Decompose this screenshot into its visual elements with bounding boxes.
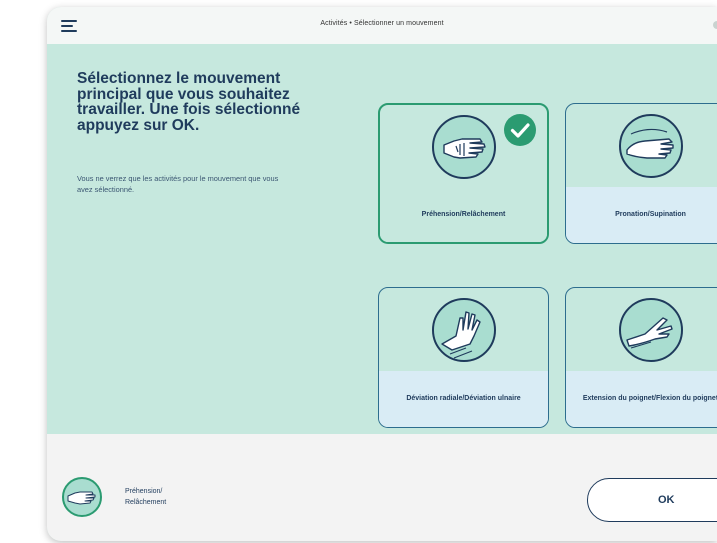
card-illustration: [566, 104, 717, 187]
selected-check-icon: [504, 114, 536, 146]
card-illustration: [379, 288, 548, 371]
app-screen: Activités • Sélectionner un mouvement Sé…: [47, 7, 717, 541]
movement-card-grasp-release[interactable]: Préhension/Relâchement: [378, 103, 549, 244]
instruction-title: Sélectionnez le mouvement principal que …: [77, 70, 301, 134]
top-bar: Activités • Sélectionner un mouvement: [47, 7, 717, 45]
instruction-description: Vous ne verrez que les activités pour le…: [77, 174, 279, 194]
movement-card-pronation-supination[interactable]: Pronation/Supination: [565, 103, 717, 244]
selected-movement-label: Préhension/ Relâchement: [125, 488, 167, 506]
main-content: Sélectionnez le mouvement principal que …: [47, 44, 717, 434]
breadcrumb: Activités • Sélectionner un mouvement: [320, 20, 444, 27]
ok-button[interactable]: OK: [587, 478, 717, 522]
wrist-extension-flexion-hand-icon: [618, 298, 683, 362]
movement-label: Préhension/Relâchement: [421, 211, 506, 218]
pronation-supination-hand-icon: [618, 114, 683, 178]
card-illustration: [566, 288, 717, 371]
card-illustration: [380, 105, 547, 188]
movement-label: Extension du poignet/Flexion du poignet: [582, 395, 717, 402]
profile-icon[interactable]: [713, 21, 717, 29]
footer-bar: Préhension/ Relâchement OK: [47, 434, 717, 541]
grasp-release-hand-icon: [431, 115, 496, 179]
radial-ulnar-deviation-hand-icon: [431, 298, 496, 362]
movement-card-radial-ulnar-deviation[interactable]: Déviation radiale/Déviation ulnaire: [378, 287, 549, 428]
movement-label: Pronation/Supination: [615, 211, 686, 218]
movement-card-wrist-extension-flexion[interactable]: Extension du poignet/Flexion du poignet: [565, 287, 717, 428]
movement-label: Déviation radiale/Déviation ulnaire: [406, 395, 521, 402]
selected-movement-hand-icon: [62, 477, 102, 517]
